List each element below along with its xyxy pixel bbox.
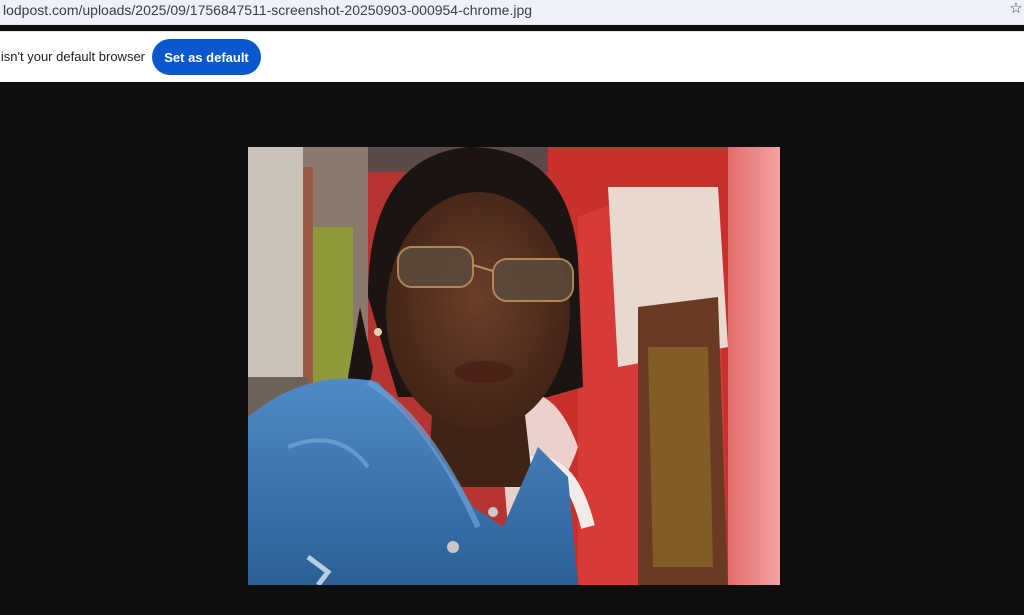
address-bar[interactable]: lodpost.com/uploads/2025/09/1756847511-s…: [0, 0, 1024, 25]
photo-illustration: [248, 147, 780, 585]
bookmark-star-icon[interactable]: ☆: [1008, 0, 1024, 18]
default-browser-infobar: Chrome isn't your default browser Set as…: [0, 31, 1024, 82]
image-viewer: [0, 82, 1024, 615]
infobar-message: Chrome isn't your default browser: [0, 49, 145, 64]
url-text[interactable]: lodpost.com/uploads/2025/09/1756847511-s…: [3, 1, 532, 19]
displayed-photo[interactable]: [248, 147, 780, 585]
set-as-default-button[interactable]: Set as default: [152, 39, 261, 75]
